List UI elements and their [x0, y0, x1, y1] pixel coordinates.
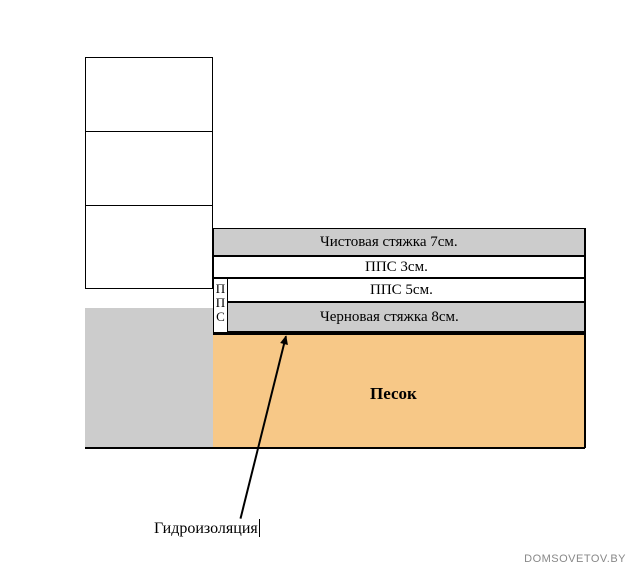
watermark: DOMSOVETOV.BY	[524, 553, 626, 565]
label-rough-screed: Черновая стяжка 8см.	[320, 310, 459, 325]
frame-bottom	[85, 447, 585, 449]
wall-block-top	[85, 57, 213, 132]
foundation	[85, 308, 213, 448]
label-sand: Песок	[370, 385, 417, 402]
text-cursor-icon	[259, 519, 260, 537]
pps-vert-letter-1: П	[213, 282, 228, 296]
label-finishing-screed: Чистовая стяжка 7см.	[320, 235, 458, 250]
diagram-stage: Чистовая стяжка 7см. ППС 3см. ППС 5см. Ч…	[0, 0, 632, 571]
frame-right	[584, 228, 586, 448]
pps-vert-letter-2: П	[213, 296, 228, 310]
label-pps-5: ППС 5см.	[370, 283, 433, 298]
wall-block-mid	[85, 131, 213, 206]
label-pps-vertical: П П С	[213, 282, 228, 324]
label-waterproofing: Гидроизоляция	[154, 521, 258, 537]
label-pps-3: ППС 3см.	[365, 260, 428, 275]
pps-vert-letter-3: С	[213, 310, 228, 324]
wall-block-bottom	[85, 205, 213, 289]
